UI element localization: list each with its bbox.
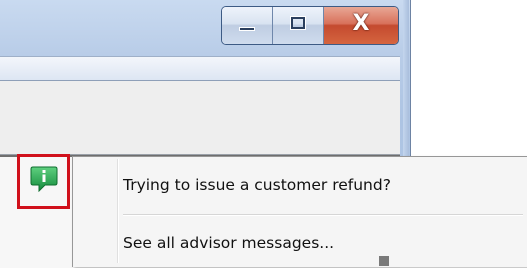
- minimize-button[interactable]: [222, 7, 273, 44]
- menu-icon-gutter: [117, 159, 119, 263]
- menu-bar: [0, 56, 400, 81]
- close-icon: X: [352, 11, 370, 36]
- scrollbar-fragment[interactable]: [379, 256, 389, 266]
- maximize-icon: [291, 17, 305, 29]
- window-caption-buttons: X: [221, 6, 399, 45]
- toolbar-area: [0, 81, 400, 155]
- menu-item-customer-refund[interactable]: Trying to issue a customer refund?: [123, 166, 523, 204]
- advisor-popup-menu: Trying to issue a customer refund? See a…: [72, 156, 527, 267]
- maximize-button[interactable]: [273, 7, 324, 44]
- advisor-button[interactable]: [17, 154, 70, 209]
- info-speech-bubble-icon: [30, 166, 58, 192]
- minimize-icon: [239, 27, 255, 31]
- menu-separator: [123, 214, 523, 216]
- menu-item-see-all-advisor-messages[interactable]: See all advisor messages...: [123, 224, 523, 262]
- close-button[interactable]: X: [324, 7, 398, 44]
